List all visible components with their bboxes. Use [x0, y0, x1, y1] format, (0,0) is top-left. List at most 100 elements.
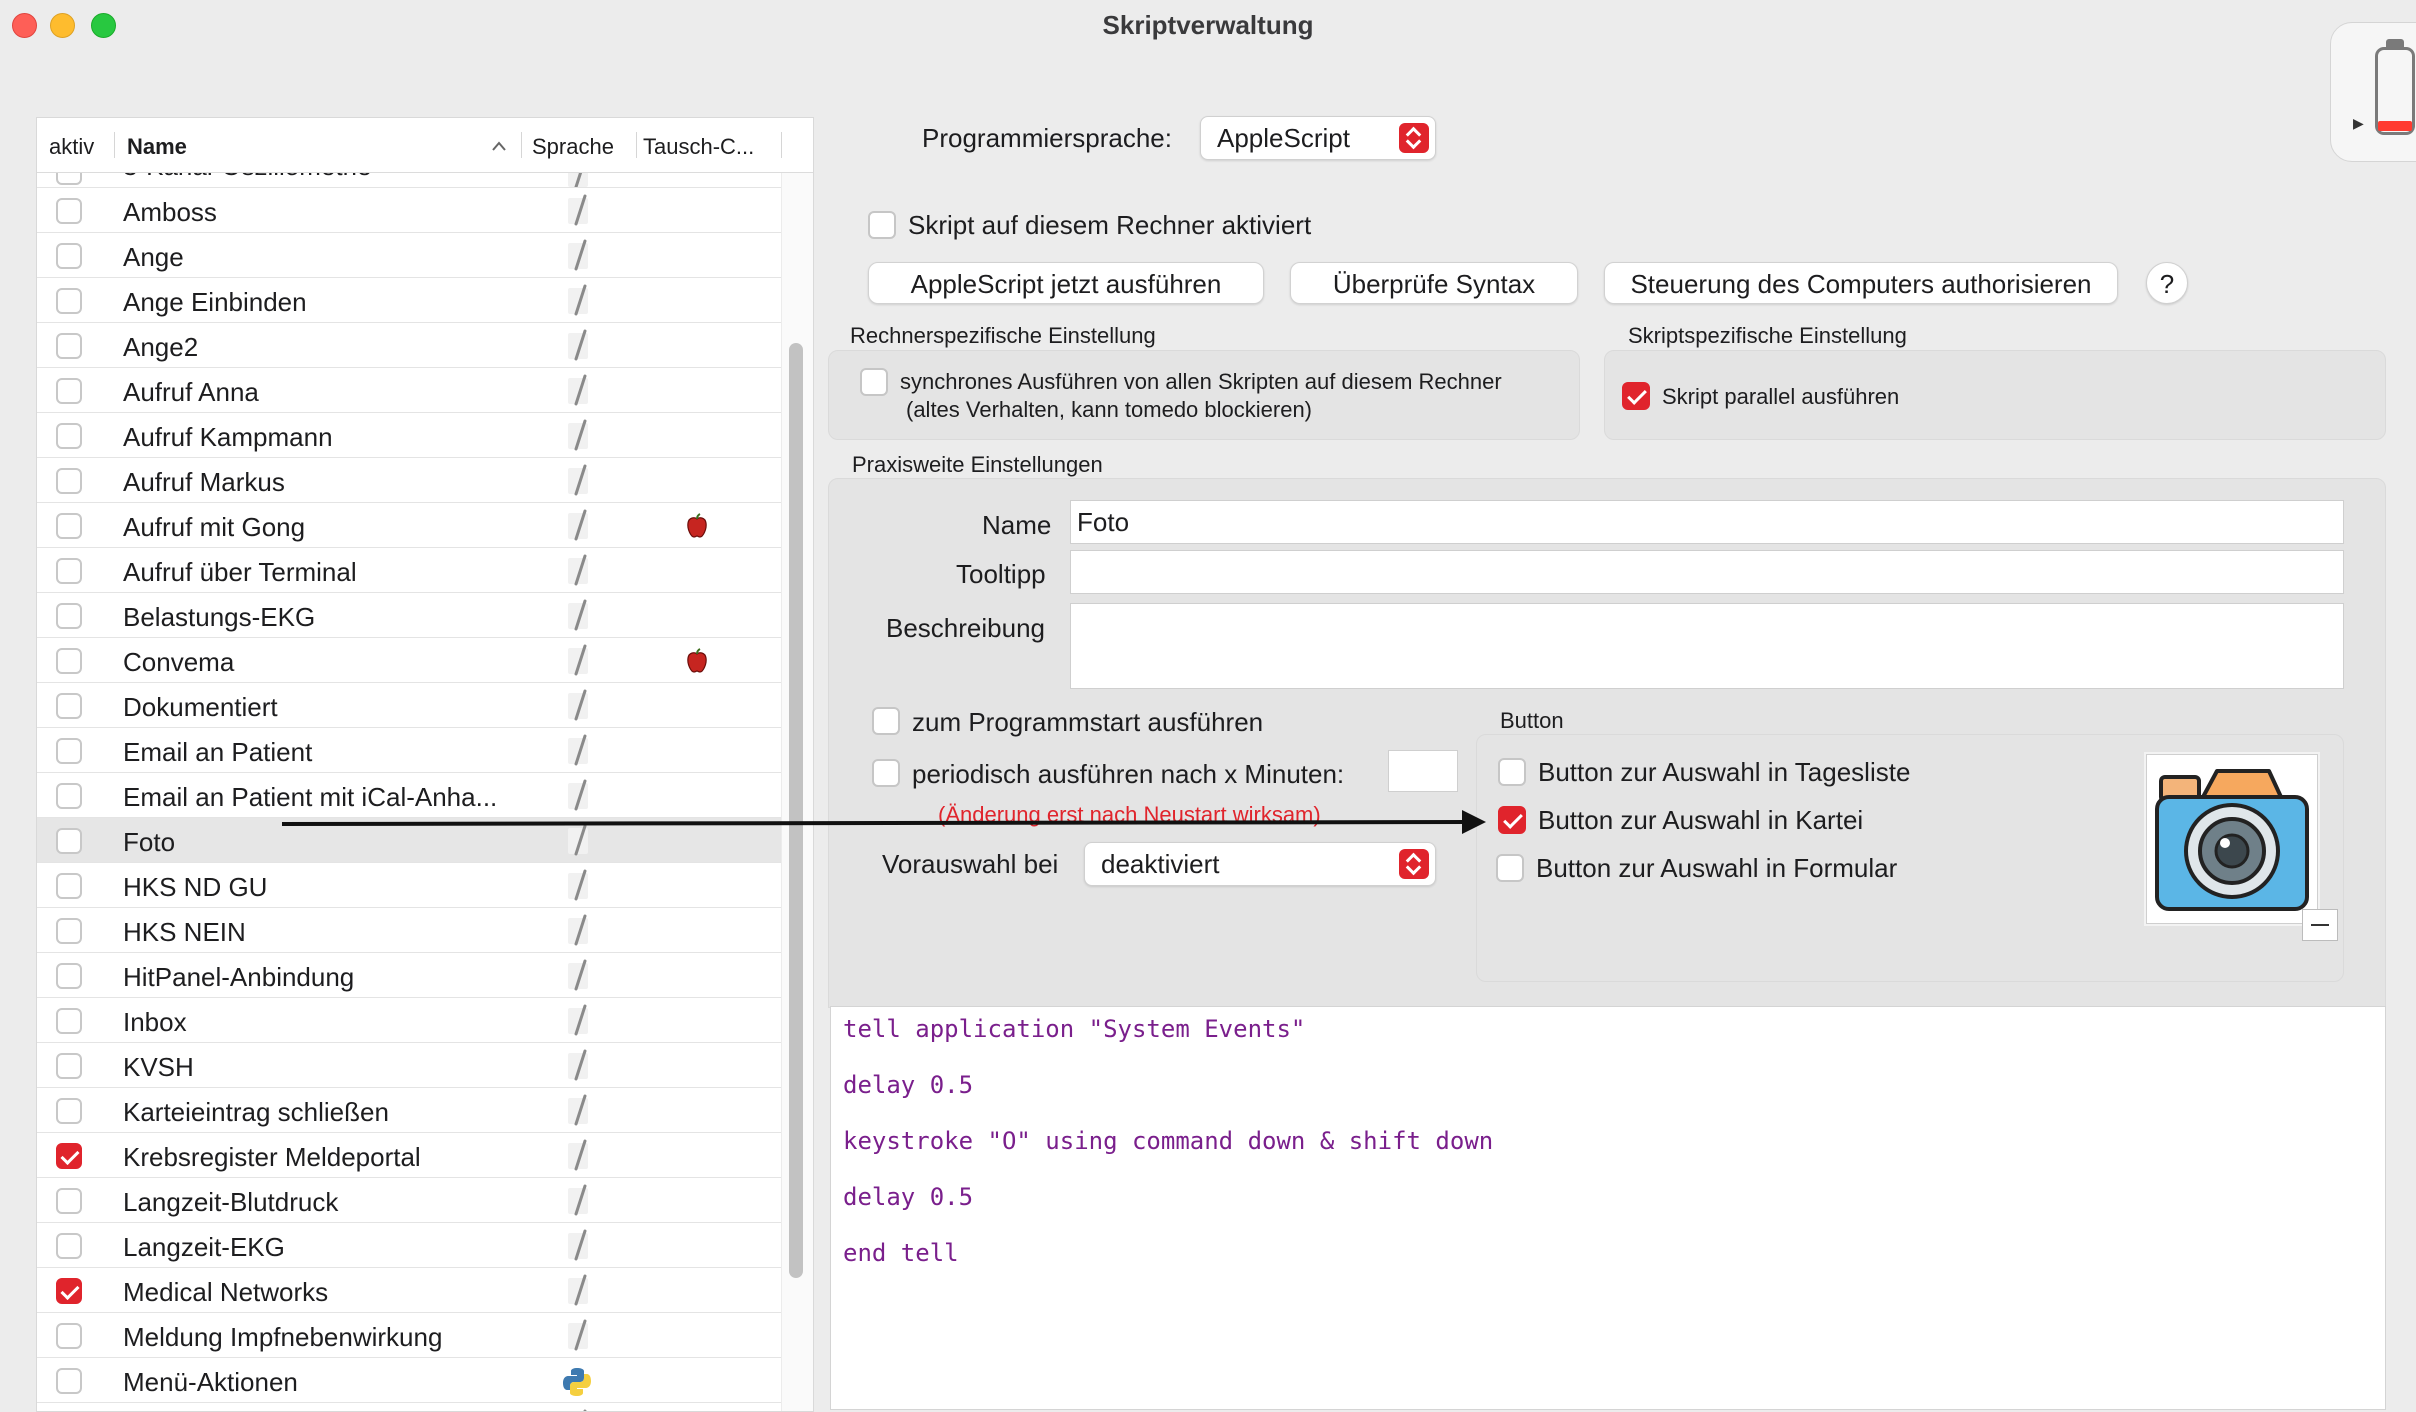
list-item[interactable]: Ange	[37, 233, 781, 278]
active-checkbox[interactable]	[56, 468, 82, 494]
name-field[interactable]: Foto	[1070, 500, 2344, 544]
list-item[interactable]: Langzeit-EKG	[37, 1223, 781, 1268]
column-header-active[interactable]: aktiv	[49, 134, 94, 160]
on-start-checkbox[interactable]	[872, 707, 900, 735]
column-header-swap[interactable]: Tausch-C...	[643, 134, 754, 160]
btn-kartei-checkbox[interactable]	[1498, 806, 1526, 834]
window-title: Skriptverwaltung	[1102, 10, 1314, 40]
active-checkbox[interactable]	[56, 1278, 82, 1304]
script-name: Aufruf Anna	[123, 377, 259, 407]
python-icon	[561, 1366, 591, 1398]
active-checkbox[interactable]	[56, 513, 82, 539]
applescript-icon	[565, 599, 593, 631]
preselect-popup[interactable]: deaktiviert	[1084, 842, 1436, 886]
run-now-button[interactable]: AppleScript jetzt ausführen	[868, 262, 1264, 304]
scrollbar-thumb[interactable]	[789, 343, 803, 1278]
active-checkbox[interactable]	[56, 558, 82, 584]
active-checkbox[interactable]	[56, 1053, 82, 1079]
list-item[interactable]: Amboss	[37, 188, 781, 233]
active-checkbox[interactable]	[56, 173, 82, 185]
list-item[interactable]: Krebsregister Meldeportal	[37, 1133, 781, 1178]
active-checkbox[interactable]	[56, 198, 82, 224]
list-item[interactable]: Email an Patient mit iCal-Anha...	[37, 773, 781, 818]
list-item[interactable]: Inbox	[37, 998, 781, 1043]
enabled-label: Skript auf diesem Rechner aktiviert	[908, 210, 1312, 240]
list-item[interactable]: Ange Einbinden	[37, 278, 781, 323]
active-checkbox[interactable]	[56, 873, 82, 899]
active-checkbox[interactable]	[56, 783, 82, 809]
list-item[interactable]: HKS NEIN	[37, 908, 781, 953]
name-label: Name	[982, 510, 1052, 540]
column-header-language[interactable]: Sprache	[532, 134, 614, 160]
list-item[interactable]: Ange2	[37, 323, 781, 368]
authorize-button[interactable]: Steuerung des Computers authorisieren	[1604, 262, 2118, 304]
active-checkbox[interactable]	[56, 1233, 82, 1259]
list-item[interactable]: HKS ND GU	[37, 863, 781, 908]
script-name: Ange	[123, 242, 184, 272]
list-item[interactable]: Belastungs-EKG	[37, 593, 781, 638]
swap-apple-icon	[685, 513, 709, 539]
language-value: AppleScript	[1217, 123, 1350, 153]
periodic-checkbox[interactable]	[872, 759, 900, 787]
sync-checkbox[interactable]	[860, 368, 888, 396]
btn-formular-checkbox[interactable]	[1496, 854, 1524, 882]
column-header-name[interactable]: Name	[127, 134, 187, 160]
list-item[interactable]: Dokumentiert	[37, 683, 781, 728]
list-item[interactable]: Medical Networks	[37, 1268, 781, 1313]
list-item[interactable]: 3-Kanal-Oszillometrie	[37, 173, 781, 188]
list-item[interactable]: Aufruf Markus	[37, 458, 781, 503]
list-item[interactable]: Foto	[37, 818, 781, 863]
check-syntax-button[interactable]: Überprüfe Syntax	[1290, 262, 1578, 304]
active-checkbox[interactable]	[56, 1323, 82, 1349]
active-checkbox[interactable]	[56, 423, 82, 449]
list-item[interactable]: Email an Patient	[37, 728, 781, 773]
applescript-icon	[565, 914, 593, 946]
list-item[interactable]: Aufruf über Terminal	[37, 548, 781, 593]
list-item[interactable]: Menü-Aktionen	[37, 1358, 781, 1403]
tooltip-field[interactable]	[1070, 550, 2344, 594]
active-checkbox[interactable]	[56, 1143, 82, 1169]
list-item[interactable]: Langzeit-Blutdruck	[37, 1178, 781, 1223]
script-name: Medical Networks	[123, 1277, 329, 1307]
list-item[interactable]: Meldung Impfnebenwirkung	[37, 1313, 781, 1358]
btn-tagesliste-checkbox[interactable]	[1498, 758, 1526, 786]
description-field[interactable]	[1070, 603, 2344, 689]
active-checkbox[interactable]	[56, 1008, 82, 1034]
active-checkbox[interactable]	[56, 693, 82, 719]
list-item[interactable]: Convema	[37, 638, 781, 683]
remove-image-button[interactable]	[2302, 909, 2338, 941]
enabled-checkbox[interactable]	[868, 211, 896, 239]
computer-settings-group	[828, 350, 1580, 440]
active-checkbox[interactable]	[56, 603, 82, 629]
script-name: HKS ND GU	[123, 872, 268, 902]
periodic-minutes-field[interactable]	[1388, 750, 1458, 792]
active-checkbox[interactable]	[56, 1368, 82, 1394]
list-item[interactable]: HitPanel-Anbindung	[37, 953, 781, 998]
language-popup[interactable]: AppleScript	[1200, 116, 1436, 160]
list-item[interactable]: KVSH	[37, 1043, 781, 1088]
active-checkbox[interactable]	[56, 333, 82, 359]
battery-widget[interactable]: ▶	[2330, 22, 2416, 162]
code-editor[interactable]: tell application "System Events" delay 0…	[830, 1006, 2386, 1410]
list-item[interactable]: Karteieintrag schließen	[37, 1088, 781, 1133]
active-checkbox[interactable]	[56, 828, 82, 854]
active-checkbox[interactable]	[56, 1188, 82, 1214]
active-checkbox[interactable]	[56, 918, 82, 944]
active-checkbox[interactable]	[56, 288, 82, 314]
list-item[interactable]: Aufruf Anna	[37, 368, 781, 413]
list-item[interactable]: Aufruf Kampmann	[37, 413, 781, 458]
button-image-well[interactable]	[2146, 754, 2318, 924]
active-checkbox[interactable]	[56, 648, 82, 674]
parallel-checkbox[interactable]	[1622, 382, 1650, 410]
active-checkbox[interactable]	[56, 738, 82, 764]
sort-ascending-icon	[492, 141, 506, 151]
list-rows: 3-Kanal-Oszillometrie Amboss Ange Ange Einb…	[37, 173, 781, 1411]
active-checkbox[interactable]	[56, 378, 82, 404]
active-checkbox[interactable]	[56, 1098, 82, 1124]
active-checkbox[interactable]	[56, 963, 82, 989]
active-checkbox[interactable]	[56, 243, 82, 269]
list-item[interactable]: Aufruf mit Gong	[37, 503, 781, 548]
help-button[interactable]: ?	[2146, 262, 2188, 304]
script-name: Ange Einbinden	[123, 287, 307, 317]
list-item[interactable]: Merlin-Start	[37, 1403, 781, 1411]
